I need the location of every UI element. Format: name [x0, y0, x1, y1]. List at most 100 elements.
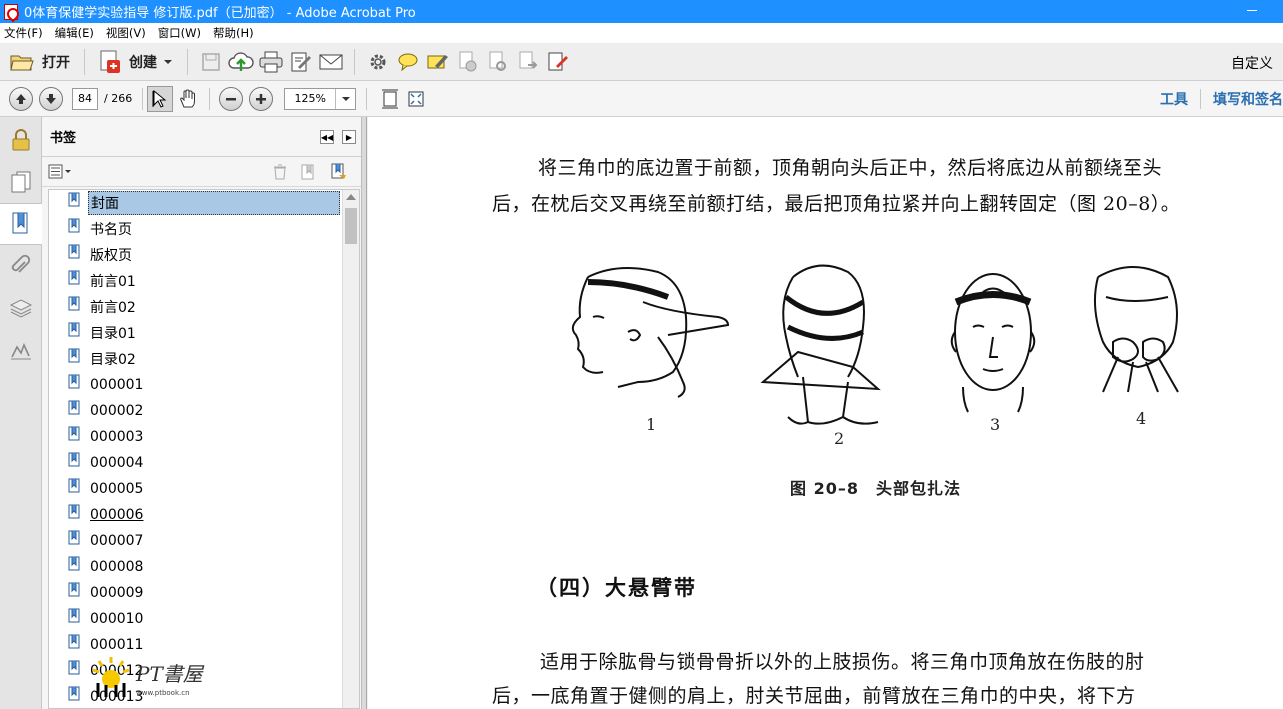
edit-document-icon — [291, 52, 311, 71]
document-page: 将三角巾的底边置于前额，顶角朝向头后正中，然后将底边从前额绕至头 后，在枕后交叉… — [368, 117, 1283, 709]
hand-tool-button[interactable] — [173, 84, 203, 114]
bookmark-item[interactable]: 000008 — [49, 554, 359, 580]
highlight-button[interactable] — [423, 47, 453, 77]
bookmark-icon — [68, 634, 82, 650]
title-bar: 0体育保健学实验指导 修订版.pdf（已加密） - Adobe Acrobat … — [0, 0, 1283, 23]
plus-icon — [256, 93, 267, 104]
new-bookmark-icon[interactable] — [300, 164, 316, 180]
divider — [366, 87, 368, 110]
right-tools: 工具 填写和签名 — [1148, 81, 1283, 117]
certify-button[interactable] — [483, 47, 513, 77]
fill-sign-link[interactable]: 填写和签名 — [1201, 89, 1283, 109]
bookmark-icon — [68, 348, 82, 364]
open-button[interactable]: 打开 — [4, 47, 76, 77]
menu-help[interactable]: 帮助(H) — [213, 25, 254, 41]
previous-page-button[interactable] — [9, 86, 33, 111]
bookmark-label: 目录02 — [90, 352, 136, 368]
options-menu-icon[interactable] — [48, 164, 74, 180]
bookmark-item[interactable]: 000001 — [49, 372, 359, 398]
signatures-pane-button[interactable] — [0, 329, 42, 371]
menu-file[interactable]: 文件(F) — [4, 25, 43, 41]
comment-button[interactable] — [393, 47, 423, 77]
tools-link[interactable]: 工具 — [1148, 89, 1200, 109]
divider — [354, 48, 355, 75]
bookmark-item[interactable]: 000007 — [49, 528, 359, 554]
collapse-panel-button[interactable]: ◀◀ — [320, 130, 334, 144]
bookmark-item[interactable]: 000003 — [49, 424, 359, 450]
menu-view[interactable]: 视图(V) — [106, 25, 146, 41]
bookmark-item[interactable]: 000004 — [49, 450, 359, 476]
bookmarks-tree: 封面 书名页 版权页 前言01 前言02 目录01 目录02 000001 000002 0000… — [48, 189, 360, 709]
next-page-button[interactable] — [39, 86, 63, 111]
save-button[interactable] — [196, 47, 226, 77]
zoom-select[interactable]: 125% — [284, 87, 357, 110]
zoom-dropdown[interactable] — [335, 88, 355, 109]
bookmark-label: 000005 — [90, 481, 144, 497]
create-pdf-icon — [100, 50, 120, 73]
watermark: PT書屋 www.ptbook.cn — [90, 655, 203, 699]
zoom-in-button[interactable] — [249, 86, 274, 111]
customize-button[interactable]: 自定义 — [1231, 53, 1273, 73]
bookmark-label: 版权页 — [90, 248, 132, 264]
attachments-pane-button[interactable] — [0, 245, 42, 287]
highlight-icon — [427, 54, 448, 68]
security-pane-button[interactable] — [0, 119, 42, 161]
cursor-icon — [152, 89, 167, 108]
bookmark-item[interactable]: 目录01 — [49, 320, 359, 346]
expand-panel-button[interactable]: ▶ — [342, 130, 356, 144]
bookmark-item[interactable]: 000005 — [49, 476, 359, 502]
illustration-1 — [571, 267, 730, 398]
fit-page-button[interactable] — [377, 84, 403, 114]
bookmark-item[interactable]: 书名页 — [49, 216, 359, 242]
full-screen-button[interactable] — [403, 84, 429, 114]
bookmark-icon — [68, 608, 82, 624]
bookmark-item[interactable]: 前言02 — [49, 294, 359, 320]
bookmark-item[interactable]: 前言01 — [49, 268, 359, 294]
menu-window[interactable]: 窗口(W) — [158, 25, 201, 41]
delete-icon[interactable] — [272, 164, 288, 180]
bookmark-icon — [68, 582, 82, 598]
paragraph-line: 后，一底角置于健侧的肩上，肘关节屈曲，前臂放在三角巾的中央，将下方 — [492, 685, 1136, 707]
protect-button[interactable] — [453, 47, 483, 77]
bookmarks-toolbar — [42, 157, 361, 187]
sign-button[interactable] — [543, 47, 573, 77]
bookmarks-pane-button[interactable] — [0, 203, 42, 245]
page-thumbnails-button[interactable] — [0, 161, 42, 203]
zoom-out-button[interactable] — [219, 86, 244, 111]
edit-button[interactable] — [286, 47, 316, 77]
bookmark-icon — [68, 504, 82, 520]
bookmark-label: 000008 — [90, 559, 144, 575]
bookmark-item[interactable]: 000006 — [49, 502, 359, 528]
upload-button[interactable] — [226, 47, 256, 77]
settings-button[interactable] — [363, 47, 393, 77]
bookmark-label: 前言01 — [90, 274, 136, 290]
divider — [84, 48, 85, 75]
bookmark-icon — [68, 192, 82, 208]
bookmark-icon — [68, 322, 82, 338]
signature-icon — [11, 342, 31, 360]
bookmark-item[interactable]: 封面 — [49, 190, 359, 216]
create-button[interactable]: 创建 — [93, 47, 179, 77]
figure-label: 1 — [646, 415, 657, 434]
section-heading: （四）大悬臂带 — [536, 575, 697, 600]
bookmark-icon — [68, 296, 82, 312]
menu-edit[interactable]: 编辑(E) — [55, 25, 94, 41]
layers-pane-button[interactable] — [0, 287, 42, 329]
menu-bar: 文件(F) 编辑(E) 视图(V) 窗口(W) 帮助(H) — [0, 23, 1283, 43]
email-button[interactable] — [316, 47, 346, 77]
bookmark-item[interactable]: 版权页 — [49, 242, 359, 268]
tag-bookmark-icon[interactable] — [330, 163, 348, 181]
bookmark-item[interactable]: 目录02 — [49, 346, 359, 372]
minimize-button[interactable] — [1247, 10, 1257, 11]
export-button[interactable] — [513, 47, 543, 77]
bookmark-item[interactable]: 000002 — [49, 398, 359, 424]
layers-icon — [9, 299, 33, 318]
bookmark-icon — [68, 244, 82, 260]
panel-splitter[interactable] — [362, 117, 367, 709]
bookmark-item[interactable]: 000009 — [49, 580, 359, 606]
watermark-url: www.ptbook.cn — [136, 688, 190, 697]
bookmark-item[interactable]: 000010 — [49, 606, 359, 632]
page-number-input[interactable]: 84 — [72, 87, 98, 110]
select-tool-button[interactable] — [147, 85, 174, 112]
print-button[interactable] — [256, 47, 286, 77]
